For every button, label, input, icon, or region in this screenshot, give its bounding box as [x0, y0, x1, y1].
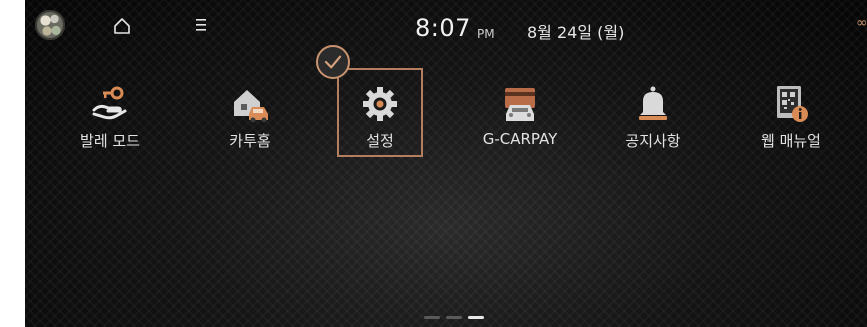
app-label: 공지사항	[625, 132, 681, 150]
valet-key-icon	[92, 86, 127, 120]
page-dot-3[interactable]	[468, 316, 484, 319]
app-web-manual[interactable]: 웹 매뉴얼	[731, 80, 851, 160]
clock-ampm: PM	[477, 27, 495, 41]
selection-highlight	[337, 68, 423, 157]
profile-avatar[interactable]	[35, 10, 65, 40]
home-icon[interactable]	[113, 17, 131, 35]
app-label: G-CARPAY	[482, 130, 558, 148]
page-dot-1[interactable]	[424, 316, 440, 319]
carpay-icon	[505, 88, 535, 121]
menu-icon[interactable]	[195, 18, 211, 32]
clock-time: 8:07	[415, 14, 471, 42]
date-label: 8월 24일 (월)	[527, 23, 625, 42]
app-g-carpay[interactable]: G-CARPAY	[460, 80, 580, 160]
bell-icon	[639, 86, 667, 120]
web-manual-icon	[777, 86, 808, 122]
status-bar: 8:07 PM 8월 24일 (월) ∞	[25, 0, 867, 52]
app-label: 발레 모드	[80, 132, 140, 150]
app-label: 카투홈	[229, 132, 271, 150]
home-screen: 8:07 PM 8월 24일 (월) ∞ 발레 모드 카투홈 설정 G-CARP…	[25, 0, 867, 327]
page-dot-2[interactable]	[446, 316, 462, 319]
app-car-to-home[interactable]: 카투홈	[190, 80, 310, 160]
app-valet-mode[interactable]: 발레 모드	[50, 80, 170, 160]
check-icon	[316, 45, 350, 79]
app-notices[interactable]: 공지사항	[593, 80, 713, 160]
link-icon[interactable]: ∞	[856, 18, 867, 28]
app-label: 웹 매뉴얼	[761, 132, 821, 150]
page-indicator	[424, 316, 488, 320]
car-to-home-icon	[234, 90, 268, 123]
